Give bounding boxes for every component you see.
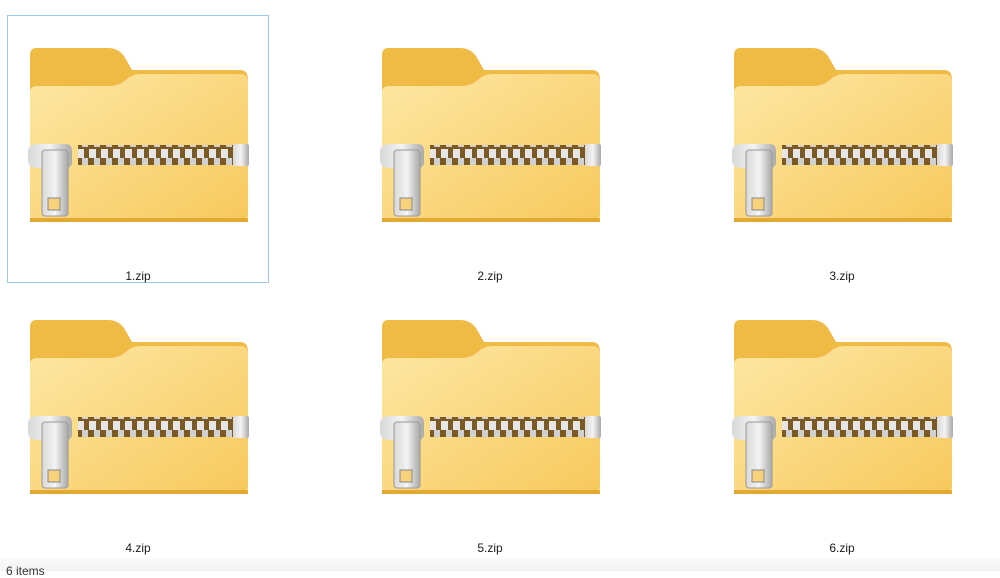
file-item[interactable]: 1.zip (7, 15, 269, 283)
file-item[interactable]: 5.zip (359, 287, 621, 555)
file-name: 2.zip (477, 269, 503, 283)
zip-folder-icon (28, 48, 250, 224)
file-name: 1.zip (125, 269, 151, 283)
file-item[interactable]: 2.zip (359, 15, 621, 283)
file-name: 5.zip (477, 541, 503, 555)
file-item[interactable]: 4.zip (7, 287, 269, 555)
zip-folder-icon (732, 320, 954, 496)
file-name: 4.zip (125, 541, 151, 555)
status-bar: 6 items (0, 558, 1000, 578)
zip-folder-icon (28, 320, 250, 496)
zip-folder-icon (380, 48, 602, 224)
file-item[interactable]: 6.zip (711, 287, 973, 555)
zip-folder-icon (732, 48, 954, 224)
file-item[interactable]: 3.zip (711, 15, 973, 283)
item-count: 6 items (6, 564, 45, 578)
file-name: 3.zip (829, 269, 855, 283)
zip-folder-icon (380, 320, 602, 496)
file-name: 6.zip (829, 541, 855, 555)
